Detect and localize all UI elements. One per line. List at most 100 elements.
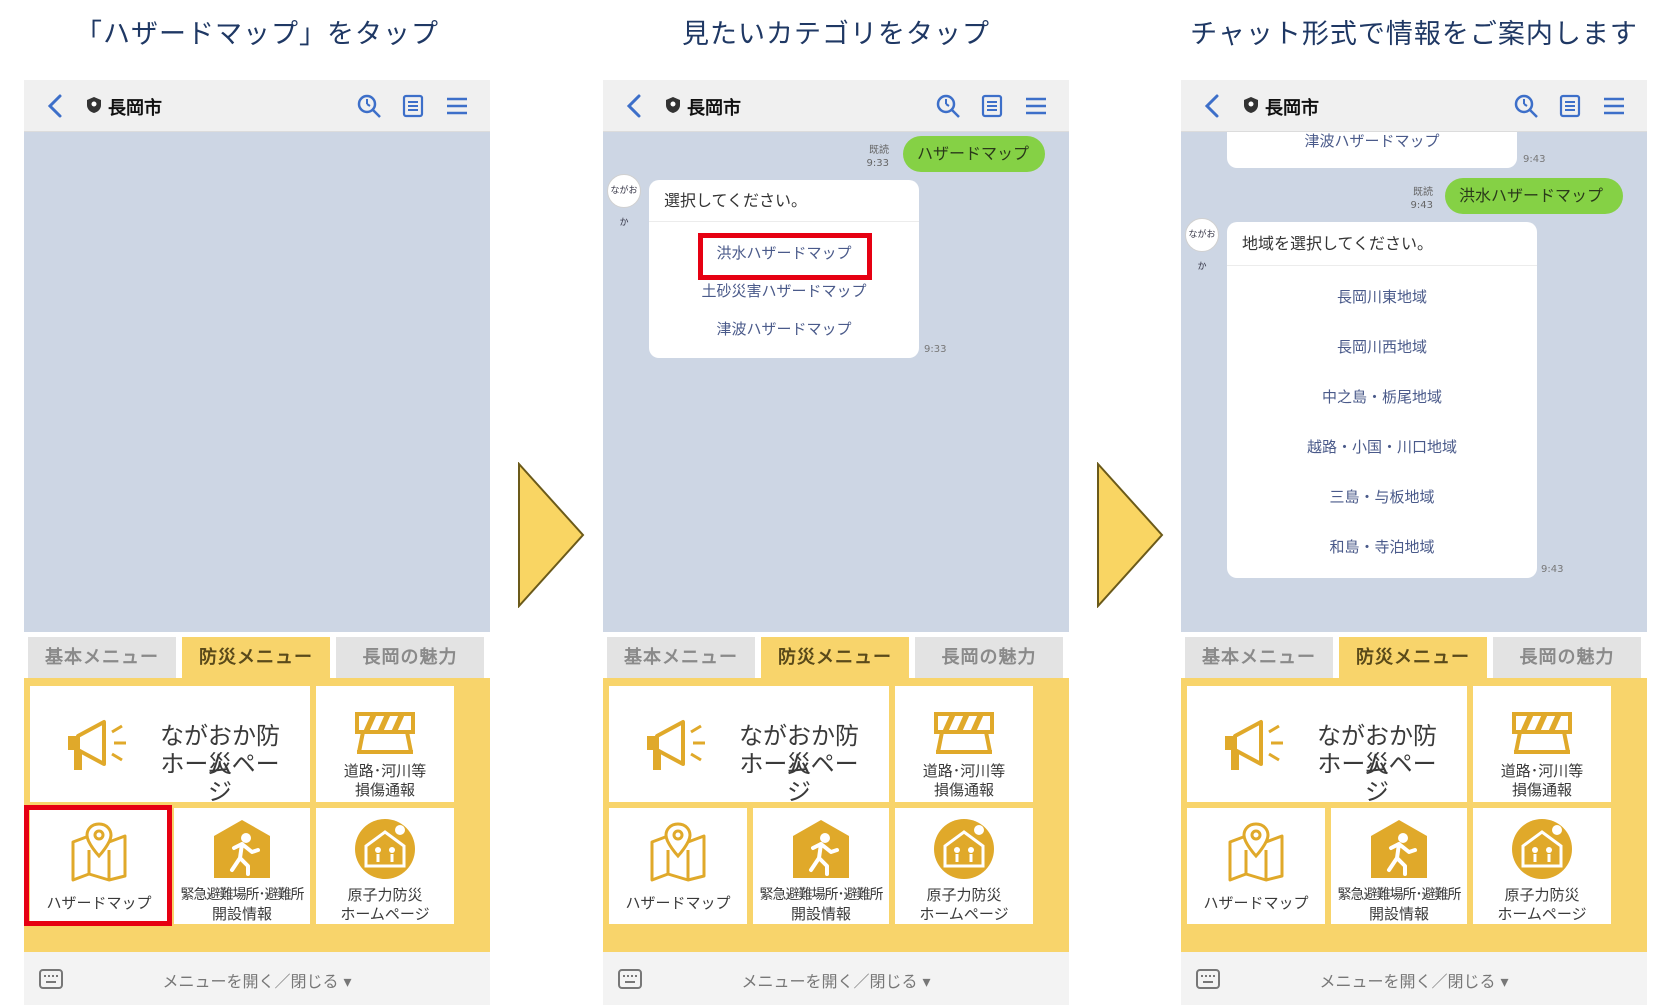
nuclear-homepage-label: ホームページ <box>919 905 1009 923</box>
account-name: 長岡市 <box>687 98 741 119</box>
hazard-map-label: ハザードマップ <box>625 894 731 912</box>
hazard-map-button[interactable]: ハザードマップ <box>1187 808 1325 924</box>
evacuation-info-button[interactable]: 緊急避難場所･避難所 開設情報 <box>1331 808 1467 924</box>
notes-icon[interactable] <box>979 93 1005 119</box>
phone-screen-2: 長岡市 既読 9:33 ハザードマップ ながおか 選択してください。 洪水ハザー… <box>603 80 1069 1005</box>
evacuation-icon <box>1371 820 1427 878</box>
nuclear-homepage-button[interactable]: 原子力防災 ホームページ <box>316 808 454 924</box>
evacuation-info-label: 緊急避難場所･避難所 <box>180 887 305 903</box>
option-region[interactable]: 中之島・栃尾地域 <box>1227 386 1537 407</box>
road-report-label: 損傷通報 <box>1511 781 1572 799</box>
barricade-icon <box>934 712 994 754</box>
tab-nagaoka-charm[interactable]: 長岡の魅力 <box>915 637 1063 678</box>
reply-prompt: 地域を選択してください。 <box>1227 222 1537 266</box>
reply-time: 9:33 <box>924 344 947 355</box>
reply-prompt: 選択してください。 <box>649 180 919 222</box>
next-step-arrow <box>518 462 585 608</box>
tab-bosai-menu[interactable]: 防災メニュー <box>1339 637 1487 678</box>
back-icon[interactable] <box>623 93 647 119</box>
option-region[interactable]: 越路・小国・川口地域 <box>1227 436 1537 457</box>
tap-highlight <box>24 805 172 926</box>
notes-icon[interactable] <box>1557 93 1583 119</box>
evacuation-info-button[interactable]: 緊急避難場所･避難所 開設情報 <box>174 808 310 924</box>
search-icon[interactable] <box>356 93 382 119</box>
phone-screen-3: 長岡市 津波ハザードマップ 9:43 既読 9:43 洪水ハザードマップ ながお… <box>1181 80 1647 1005</box>
user-message: 洪水ハザードマップ <box>1445 178 1623 214</box>
search-icon[interactable] <box>935 93 961 119</box>
menu-icon[interactable] <box>1601 93 1627 119</box>
rich-menu: ながおか防災 ホームページ 道路･河川等 損傷通報 ハザードマップ 緊急避難場所… <box>1181 678 1647 952</box>
sent-time: 9:43 <box>1410 200 1433 211</box>
bosai-homepage-button[interactable]: ながおか防災 ホームページ <box>1187 686 1467 806</box>
notes-icon[interactable] <box>400 93 426 119</box>
road-report-button[interactable]: 道路･河川等 損傷通報 <box>1473 686 1611 802</box>
read-label: 既読 <box>869 145 889 156</box>
nuclear-homepage-label: ホームページ <box>340 905 430 923</box>
option-region[interactable]: 長岡川東地域 <box>1227 286 1537 307</box>
read-receipt: 既読 9:43 <box>1405 186 1433 212</box>
nuclear-shelter-icon <box>1512 819 1572 879</box>
road-report-label: 損傷通報 <box>933 781 994 799</box>
evacuation-icon <box>214 820 270 878</box>
rich-menu-tabs: 基本メニュー 防災メニュー 長岡の魅力 <box>1181 632 1647 678</box>
nuclear-homepage-label: 原子力防災 <box>1504 886 1580 904</box>
menu-toggle-label: メニューを開く／閉じる ▾ <box>1319 972 1509 991</box>
tab-nagaoka-charm[interactable]: 長岡の魅力 <box>336 637 484 678</box>
nuclear-shelter-icon <box>355 819 415 879</box>
barricade-icon <box>355 712 415 754</box>
search-icon[interactable] <box>1513 93 1539 119</box>
menu-toggle-bar[interactable]: メニューを開く／閉じる ▾ <box>603 952 1069 1005</box>
bosai-homepage-label: ホームページ <box>1317 750 1437 806</box>
bosai-homepage-button[interactable]: ながおか防災 ホームページ <box>609 686 889 806</box>
option-landslide-map[interactable]: 土砂災害ハザードマップ <box>649 280 919 301</box>
bot-reply-card: 地域を選択してください。 長岡川東地域 長岡川西地域 中之島・栃尾地域 越路・小… <box>1227 222 1537 578</box>
tab-bosai-menu[interactable]: 防災メニュー <box>182 637 330 678</box>
option-region[interactable]: 長岡川西地域 <box>1227 336 1537 357</box>
rich-menu-tabs: 基本メニュー 防災メニュー 長岡の魅力 <box>24 632 490 678</box>
nuclear-homepage-button[interactable]: 原子力防災 ホームページ <box>895 808 1033 924</box>
account-name: 長岡市 <box>108 98 162 119</box>
menu-icon[interactable] <box>1023 93 1049 119</box>
evacuation-info-label: 開設情報 <box>211 905 272 923</box>
tab-basic-menu[interactable]: 基本メニュー <box>1185 637 1333 678</box>
back-icon[interactable] <box>44 93 68 119</box>
phone-screen-1: 長岡市 基本メニュー 防災メニュー 長岡の魅力 ながおか防災 ホームページ 道路… <box>24 80 490 1005</box>
chat-header: 長岡市 <box>24 80 490 132</box>
bosai-homepage-label: ホームページ <box>160 750 280 806</box>
back-icon[interactable] <box>1201 93 1225 119</box>
tap-highlight <box>698 233 872 280</box>
road-report-label: 道路･河川等 <box>1500 762 1584 780</box>
road-report-label: 道路･河川等 <box>922 762 1006 780</box>
bot-avatar: ながおか <box>1185 218 1219 272</box>
chat-header: 長岡市 <box>1181 80 1647 132</box>
bosai-homepage-button[interactable]: ながおか防災 ホームページ <box>30 686 310 806</box>
road-report-button[interactable]: 道路･河川等 損傷通報 <box>895 686 1033 802</box>
account-name: 長岡市 <box>1265 98 1319 119</box>
barricade-icon <box>1512 712 1572 754</box>
evacuation-info-button[interactable]: 緊急避難場所･避難所 開設情報 <box>753 808 889 924</box>
tab-nagaoka-charm[interactable]: 長岡の魅力 <box>1493 637 1641 678</box>
tab-basic-menu[interactable]: 基本メニュー <box>28 637 176 678</box>
reply-time: 9:43 <box>1541 564 1564 575</box>
bosai-homepage-label: ホームページ <box>739 750 859 806</box>
road-report-label: 道路･河川等 <box>343 762 427 780</box>
option-region[interactable]: 三島・与板地域 <box>1227 486 1537 507</box>
road-report-label: 損傷通報 <box>354 781 415 799</box>
tab-bosai-menu[interactable]: 防災メニュー <box>761 637 909 678</box>
option-region[interactable]: 和島・寺泊地域 <box>1227 536 1537 557</box>
road-report-button[interactable]: 道路･河川等 損傷通報 <box>316 686 454 802</box>
nuclear-shelter-icon <box>934 819 994 879</box>
bot-avatar: ながおか <box>607 174 641 228</box>
option-tsunami-map[interactable]: 津波ハザードマップ <box>649 318 919 339</box>
step-title-3: チャット形式で情報をご案内します <box>1190 19 1638 50</box>
hazard-map-button[interactable]: ハザードマップ <box>609 808 747 924</box>
hazard-map-label: ハザードマップ <box>1203 894 1309 912</box>
shield-icon <box>1244 97 1258 113</box>
menu-toggle-bar[interactable]: メニューを開く／閉じる ▾ <box>24 952 490 1005</box>
nuclear-homepage-button[interactable]: 原子力防災 ホームページ <box>1473 808 1611 924</box>
menu-toggle-bar[interactable]: メニューを開く／閉じる ▾ <box>1181 952 1647 1005</box>
tab-basic-menu[interactable]: 基本メニュー <box>607 637 755 678</box>
menu-icon[interactable] <box>444 93 470 119</box>
previous-option-tsunami: 津波ハザードマップ <box>1304 132 1440 150</box>
step-title-2: 見たいカテゴリをタップ <box>682 19 990 50</box>
